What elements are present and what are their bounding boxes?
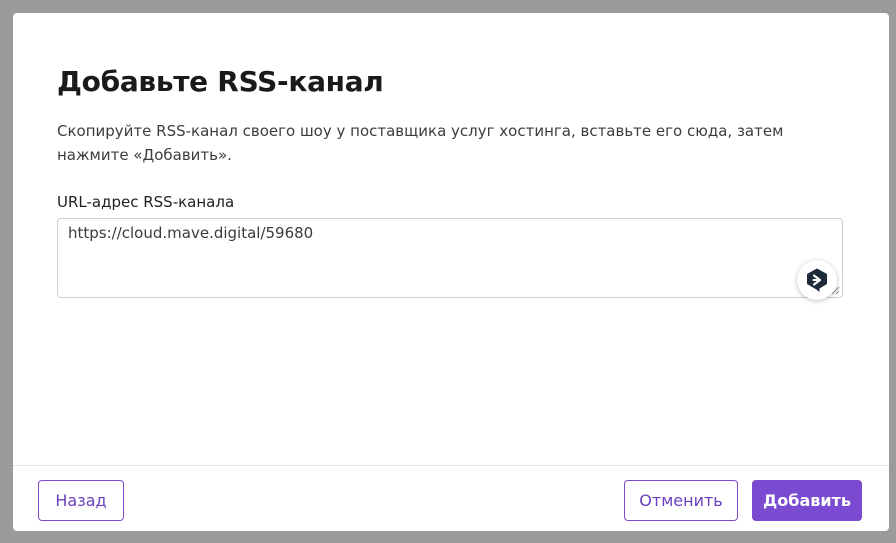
rss-url-textarea[interactable]: https://cloud.mave.digital/59680 xyxy=(57,218,843,298)
resize-handle-icon[interactable] xyxy=(830,285,840,295)
back-button[interactable]: Назад xyxy=(38,480,124,521)
footer-divider xyxy=(13,465,889,466)
add-rss-dialog: Добавьте RSS-канал Скопируйте RSS-канал … xyxy=(13,13,889,531)
dialog-title: Добавьте RSS-канал xyxy=(57,65,384,98)
dialog-description: Скопируйте RSS-канал своего шоу у постав… xyxy=(57,122,784,164)
rss-url-label: URL-адрес RSS-канала xyxy=(57,193,235,211)
chat-translate-extension-icon xyxy=(807,268,827,292)
add-button[interactable]: Добавить xyxy=(752,480,862,521)
cancel-button[interactable]: Отменить xyxy=(624,480,738,521)
rss-url-field-wrapper: https://cloud.mave.digital/59680 xyxy=(57,218,843,300)
